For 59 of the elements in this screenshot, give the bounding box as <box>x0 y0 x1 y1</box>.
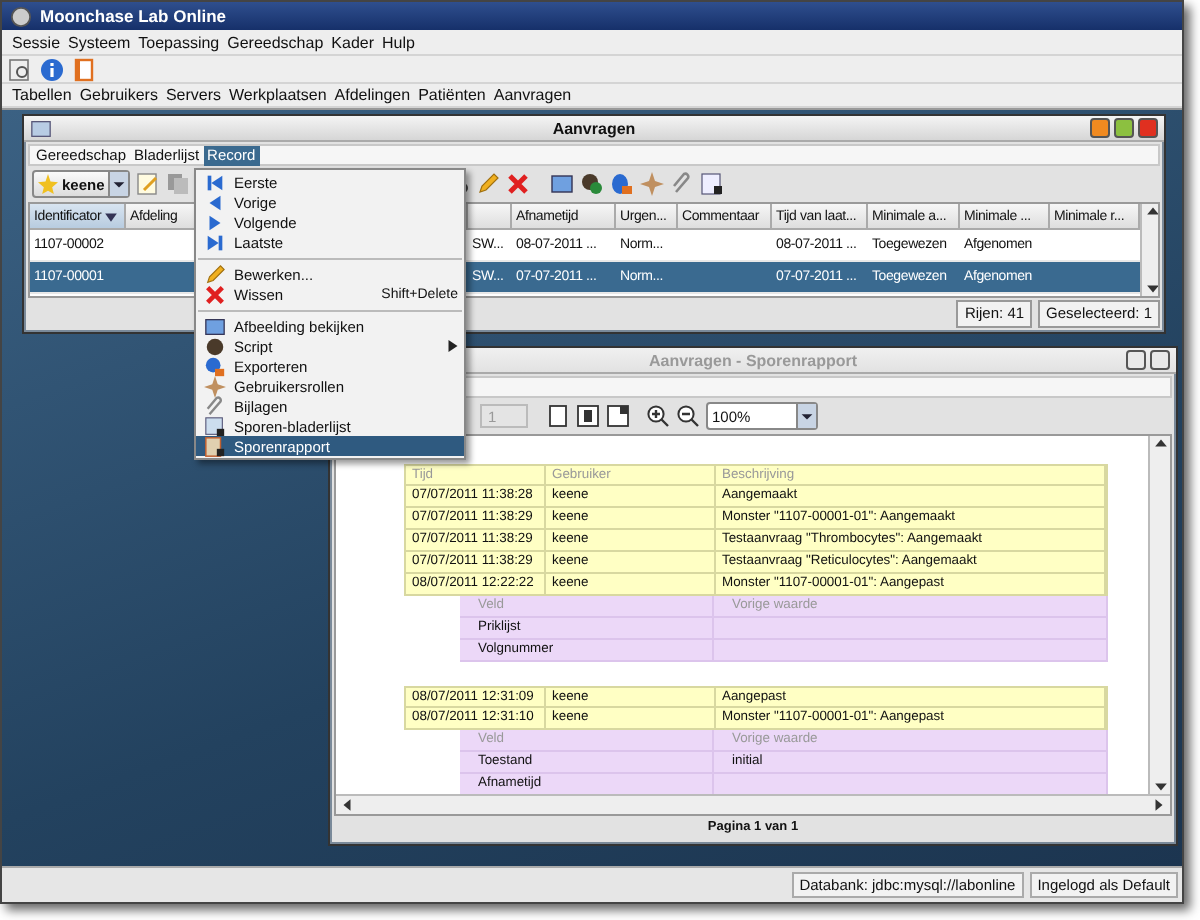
monitor-icon <box>204 315 226 337</box>
scroll-right-icon <box>1152 798 1166 812</box>
cross-icon[interactable] <box>506 172 531 196</box>
scroll-up-icon <box>1153 436 1167 450</box>
magnifier-page-icon[interactable] <box>8 57 32 81</box>
copy-icon[interactable] <box>166 172 191 196</box>
menu-item[interactable]: Hulp <box>378 33 419 51</box>
star-icon[interactable] <box>640 172 665 196</box>
document-icon[interactable] <box>700 172 725 196</box>
navigation-item[interactable]: Servers <box>161 86 225 104</box>
menu-item[interactable]: Toepassing <box>134 33 224 51</box>
navigation-item[interactable]: Aanvragen <box>489 86 576 104</box>
navigation-item[interactable]: Patiënten <box>414 86 490 104</box>
skip-first-icon <box>204 171 226 193</box>
sort-arrow-icon <box>103 209 118 223</box>
column-header[interactable] <box>468 204 512 230</box>
star-icon <box>204 375 226 397</box>
maximize-button[interactable] <box>1114 118 1134 138</box>
ball-icon <box>204 335 226 357</box>
window-icon <box>30 117 52 139</box>
navigation-item[interactable]: Gebruikers <box>75 86 162 104</box>
pencil-icon[interactable] <box>476 172 501 196</box>
navigation-item[interactable]: Afdelingen <box>330 86 415 104</box>
close-button[interactable] <box>1150 350 1170 370</box>
book-icon[interactable] <box>72 57 96 81</box>
horizontal-scrollbar[interactable] <box>336 794 1170 814</box>
menu-item[interactable]: Sessie <box>8 33 65 51</box>
vertical-scrollbar[interactable] <box>1140 204 1158 296</box>
minimize-button[interactable] <box>1090 118 1110 138</box>
monitor-icon[interactable] <box>550 172 575 196</box>
window-title: Aanvragen - Sporenrapport <box>648 351 857 369</box>
skip-last-icon <box>204 231 226 253</box>
page-icon[interactable] <box>546 404 570 428</box>
list-icon <box>204 415 226 437</box>
vertical-scrollbar[interactable] <box>1148 436 1170 794</box>
menu-item[interactable]: Systeem <box>64 33 135 51</box>
window-title: Aanvragen <box>552 119 636 137</box>
page-width-icon[interactable] <box>576 404 600 428</box>
close-button[interactable] <box>1138 118 1158 138</box>
menu-item[interactable]: Gereedschap <box>223 33 328 51</box>
scroll-left-icon <box>340 798 354 812</box>
scroll-up-icon <box>1145 204 1158 218</box>
window-title: Moonchase Lab Online <box>40 6 227 26</box>
menu-item[interactable]: Kader <box>327 33 379 51</box>
navigation-item[interactable]: Tabellen <box>8 86 76 104</box>
zoom-in-icon[interactable] <box>646 404 670 428</box>
cross-icon <box>204 283 226 305</box>
paperclip-icon[interactable] <box>670 172 695 196</box>
info-icon[interactable] <box>40 57 64 81</box>
zoom-out-icon[interactable] <box>676 404 700 428</box>
minimize-button[interactable] <box>1126 350 1146 370</box>
paperclip-icon <box>204 395 226 417</box>
scroll-down-icon <box>1145 282 1158 296</box>
star-icon <box>38 174 58 194</box>
ball-icon[interactable] <box>580 172 605 196</box>
report-icon <box>204 435 226 457</box>
edit-note-icon[interactable] <box>136 172 161 196</box>
navigation-item[interactable]: Werkplaatsen <box>225 86 331 104</box>
page-fit-icon[interactable] <box>606 404 630 428</box>
